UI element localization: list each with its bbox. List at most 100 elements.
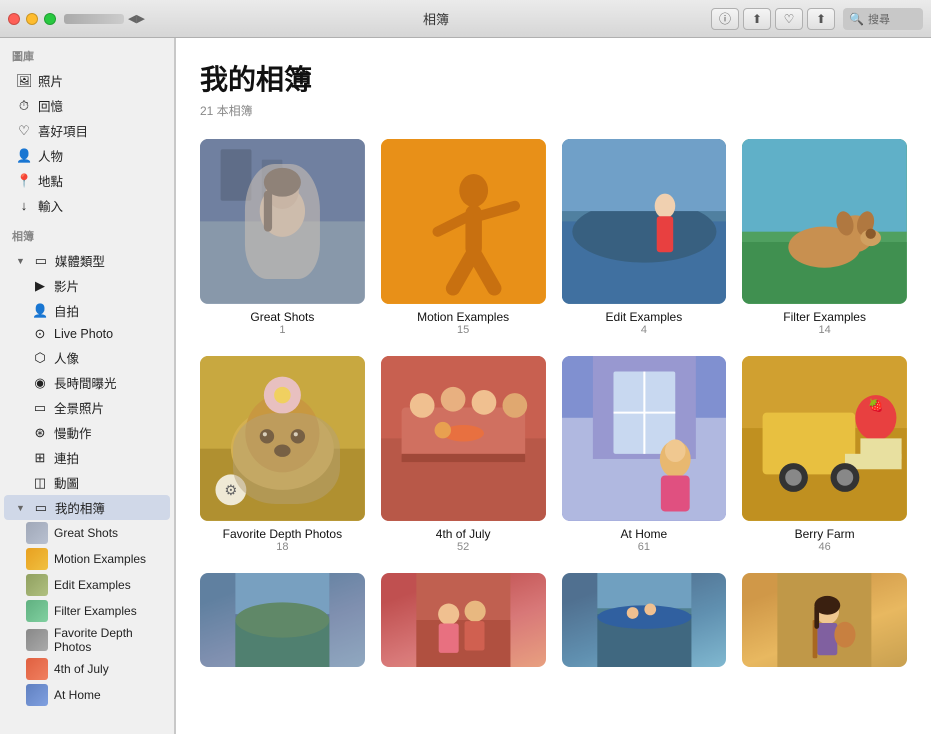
sidebar-item-label: 輸入 xyxy=(38,196,63,215)
sidebar-item-long-exp[interactable]: ◉ 長時間曝光 xyxy=(20,370,170,395)
sidebar-item-portrait[interactable]: ⬡ 人像 xyxy=(20,345,170,370)
burst-icon: ⊞ xyxy=(32,450,48,466)
sidebar-item-photos[interactable]: 🖼 照片 xyxy=(4,68,170,93)
album-count-num: 61 xyxy=(638,541,650,553)
sidebar-item-label: 慢動作 xyxy=(54,423,92,442)
album-label: Edit Examples xyxy=(54,578,131,592)
sidebar-album-fav-depth[interactable]: Favorite Depth Photos xyxy=(4,624,170,656)
favorite-button[interactable]: ♡ xyxy=(775,8,803,30)
minimize-button[interactable] xyxy=(26,13,38,25)
favorites-icon: ♡ xyxy=(16,123,32,139)
album-label: Favorite Depth Photos xyxy=(54,626,158,654)
album-cover-edit xyxy=(562,139,727,304)
titlebar: ◀▶ 相簿 ⓘ ⬆ ♡ ⬆ 🔍 搜尋 xyxy=(0,0,931,38)
sidebar-album-july[interactable]: 4th of July xyxy=(4,656,170,682)
album-cover-berry: 🍓 xyxy=(742,356,907,521)
album-cell-r3-1[interactable] xyxy=(200,573,365,673)
sidebar-album-great-shots[interactable]: Great Shots xyxy=(4,520,170,546)
sidebar-item-label: 影片 xyxy=(54,276,79,295)
album-cover-r3-3 xyxy=(562,573,727,667)
sidebar-item-animated[interactable]: ◫ 動圖 xyxy=(20,470,170,495)
sidebar-album-filter-examples[interactable]: Filter Examples xyxy=(4,598,170,624)
sidebar-item-label: 人物 xyxy=(38,146,63,165)
sidebar-item-label: 喜好項目 xyxy=(38,121,88,140)
maximize-button[interactable] xyxy=(44,13,56,25)
album-cover-july xyxy=(381,356,546,521)
album-cell-berry-farm[interactable]: 🍓 Berry Farm 46 xyxy=(742,356,907,553)
sidebar-item-label: 長時間曝光 xyxy=(54,373,117,392)
sidebar-resize[interactable]: ◀▶ xyxy=(64,12,145,25)
sidebar-item-panorama[interactable]: ▭ 全景照片 xyxy=(20,395,170,420)
album-thumb-great-shots xyxy=(26,522,48,544)
album-count-num: 4 xyxy=(641,324,647,336)
movies-icon: ▶ xyxy=(32,278,48,294)
sidebar-item-selfies[interactable]: 👤 自拍 xyxy=(20,298,170,323)
album-cell-fav-depth[interactable]: ⚙ Favorite Depth Photos 18 xyxy=(200,356,365,553)
search-label: 搜尋 xyxy=(868,11,890,27)
action-button[interactable]: ⬆ xyxy=(807,8,835,30)
slo-mo-icon: ⊛ xyxy=(32,425,48,441)
import-icon: ↓ xyxy=(16,198,32,213)
sidebar-item-people[interactable]: 👤 人物 xyxy=(4,143,170,168)
info-button[interactable]: ⓘ xyxy=(711,8,739,30)
sidebar-item-favorites[interactable]: ♡ 喜好項目 xyxy=(4,118,170,143)
sidebar-item-label: 地點 xyxy=(38,171,63,190)
album-cell-r3-4[interactable] xyxy=(742,573,907,673)
album-count-num: 14 xyxy=(819,324,831,336)
album-cell-motion-examples[interactable]: Motion Examples 15 xyxy=(381,139,546,336)
sidebar-media-types[interactable]: ▼ ▭ 媒體類型 xyxy=(4,248,170,273)
album-cover-r3-4 xyxy=(742,573,907,667)
album-cover-fav-depth: ⚙ xyxy=(200,356,365,521)
window-title: 相簿 xyxy=(161,9,711,28)
album-cell-edit-examples[interactable]: Edit Examples 4 xyxy=(562,139,727,336)
sidebar-item-memories[interactable]: ⏱ 回憶 xyxy=(4,93,170,118)
sidebar-item-import[interactable]: ↓ 輸入 xyxy=(4,193,170,218)
sidebar-item-label: 回憶 xyxy=(38,96,63,115)
page-title: 我的相簿 xyxy=(200,58,907,98)
album-thumb-filter xyxy=(26,600,48,622)
selfies-icon: 👤 xyxy=(32,303,48,319)
traffic-lights xyxy=(8,13,56,25)
album-cell-filter-examples[interactable]: Filter Examples 14 xyxy=(742,139,907,336)
sidebar-item-places[interactable]: 📍 地點 xyxy=(4,168,170,193)
album-cover-r3-2 xyxy=(381,573,546,667)
album-cell-great-shots[interactable]: Great Shots 1 xyxy=(200,139,365,336)
sidebar-my-albums[interactable]: ▼ ▭ 我的相簿 xyxy=(4,495,170,520)
expand-icon: ▼ xyxy=(16,256,25,266)
sidebar-item-slo-mo[interactable]: ⊛ 慢動作 xyxy=(20,420,170,445)
svg-text:⚙: ⚙ xyxy=(224,483,237,499)
album-name: Motion Examples xyxy=(417,310,509,324)
sidebar-item-label: 自拍 xyxy=(54,301,79,320)
album-thumb-edit xyxy=(26,574,48,596)
album-count-num: 18 xyxy=(276,541,288,553)
sidebar-item-label: 照片 xyxy=(38,71,63,90)
album-cover-filter xyxy=(742,139,907,304)
main-content: 我的相簿 21 本相簿 xyxy=(176,38,931,734)
album-cell-home[interactable]: At Home 61 xyxy=(562,356,727,553)
albums-grid: Great Shots 1 xyxy=(200,139,907,673)
album-cover-motion xyxy=(381,139,546,304)
sidebar-item-movies[interactable]: ▶ 影片 xyxy=(20,273,170,298)
search-box[interactable]: 🔍 搜尋 xyxy=(843,8,923,30)
album-cell-r3-3[interactable] xyxy=(562,573,727,673)
close-button[interactable] xyxy=(8,13,20,25)
share-button[interactable]: ⬆ xyxy=(743,8,771,30)
albums-section-label: 相簿 xyxy=(0,218,174,248)
album-cell-r3-2[interactable] xyxy=(381,573,546,673)
album-thumb-home xyxy=(26,684,48,706)
svg-text:🍓: 🍓 xyxy=(868,397,883,412)
sidebar-item-label: 動圖 xyxy=(54,473,79,492)
album-cell-july[interactable]: 4th of July 52 xyxy=(381,356,546,553)
sidebar-album-edit-examples[interactable]: Edit Examples xyxy=(4,572,170,598)
album-count-num: 1 xyxy=(279,324,285,336)
sidebar-item-live[interactable]: ⊙ Live Photo xyxy=(20,323,170,345)
portrait-icon: ⬡ xyxy=(32,350,48,366)
sidebar-album-motion-examples[interactable]: Motion Examples xyxy=(4,546,170,572)
sidebar-item-burst[interactable]: ⊞ 連拍 xyxy=(20,445,170,470)
sidebar-album-home[interactable]: At Home xyxy=(4,682,170,708)
album-count-num: 46 xyxy=(819,541,831,553)
sidebar: 圖庫 🖼 照片 ⏱ 回憶 ♡ 喜好項目 👤 人物 📍 地點 ↓ 輸入 相簿 ▼ xyxy=(0,38,175,734)
live-icon: ⊙ xyxy=(32,326,48,342)
sidebar-item-label: 媒體類型 xyxy=(55,251,105,270)
album-cover-home xyxy=(562,356,727,521)
